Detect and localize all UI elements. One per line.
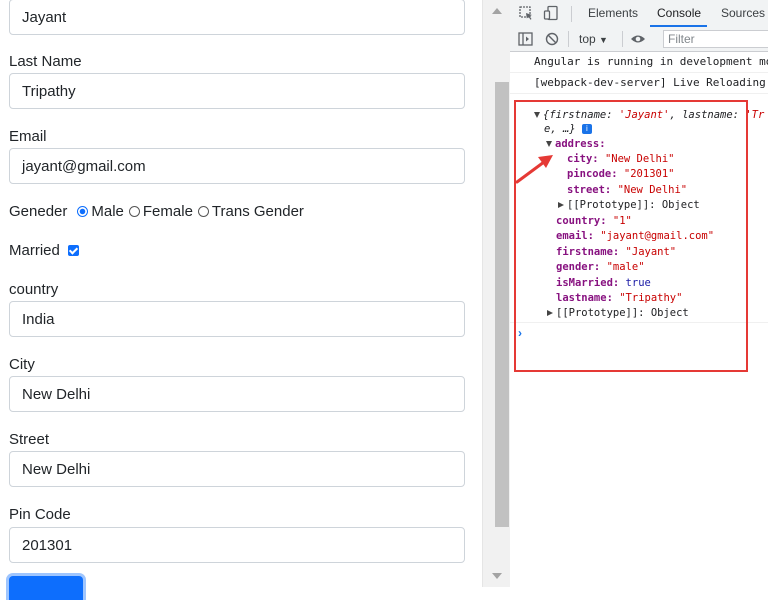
console-message: Angular is running in development mod [510,52,768,73]
city-input[interactable]: New Delhi [9,376,465,412]
email-value: jayant@gmail.com [22,157,146,175]
filter-placeholder: Filter [668,32,695,46]
summary-val-lastname: 'Tr [745,109,765,121]
pincode-value: 201301 [22,536,73,554]
pincode-label: Pin Code [9,506,71,523]
toolbar-divider-2 [568,31,569,47]
lastname-label: Last Name [9,53,82,70]
country-input[interactable]: India [9,301,465,337]
email-input[interactable]: jayant@gmail.com [9,148,465,184]
gender-male-label: Male [91,203,124,220]
gender-row: Geneder Male Female Trans Gender [9,203,304,220]
pincode-input[interactable]: 201301 [9,527,465,563]
toolbar-divider-3 [622,31,623,47]
scroll-up-icon[interactable] [492,8,502,14]
inspect-element-icon[interactable] [519,6,534,21]
caret-down-icon: ▼ [599,35,608,45]
context-label: top [579,32,596,46]
street-input[interactable]: New Delhi [9,451,465,487]
filter-input[interactable]: Filter [663,30,768,48]
street-value: New Delhi [22,460,91,478]
country-label: country [9,281,59,298]
gender-trans-label: Trans Gender [211,203,304,220]
clear-console-icon[interactable] [545,32,559,46]
tab-sources[interactable]: Sources [721,6,765,20]
scroll-down-icon[interactable] [492,573,502,579]
eye-icon[interactable] [630,33,646,45]
device-toolbar-icon[interactable] [543,5,559,21]
gender-label: Geneder [9,203,68,220]
firstname-value: Jayant [22,8,67,26]
toolbar-divider [571,6,572,22]
annotation-arrow-icon [515,155,553,184]
console-message-text: Angular is running in development mod [534,55,768,68]
firstname-input[interactable]: Jayant [9,0,465,35]
active-tab-indicator [650,25,707,27]
tab-console[interactable]: Console [657,6,701,20]
gender-female-radio[interactable] [128,206,140,217]
city-value: New Delhi [22,385,91,403]
scrollbar-thumb[interactable] [495,82,509,527]
street-label: Street [9,431,50,448]
city-label: City [9,356,35,373]
console-sidebar-icon[interactable] [518,32,533,46]
married-label: Married [9,242,60,259]
console-message: [webpack-dev-server] Live Reloading e [510,73,768,94]
page-scrollbar[interactable] [482,0,510,587]
tab-elements[interactable]: Elements [588,6,638,20]
lastname-value: Tripathy [22,82,76,100]
email-label: Email [9,128,47,145]
context-selector[interactable]: top ▼ [579,32,608,46]
console-toolbar: top ▼ Filter [510,28,768,52]
submit-button[interactable] [9,576,83,600]
gender-trans-radio[interactable] [197,206,209,217]
married-row: Married [9,242,79,259]
gender-male-radio[interactable] [77,206,89,217]
registration-form: Jayant Last Name Tripathy Email jayant@g… [0,0,482,600]
devtools-tabbar: Elements Console Sources [510,0,768,29]
lastname-input[interactable]: Tripathy [9,73,465,109]
married-checkbox[interactable] [67,245,79,256]
console-message-text: [webpack-dev-server] Live Reloading e [534,76,768,89]
gender-female-label: Female [142,203,193,220]
country-value: India [22,310,55,328]
